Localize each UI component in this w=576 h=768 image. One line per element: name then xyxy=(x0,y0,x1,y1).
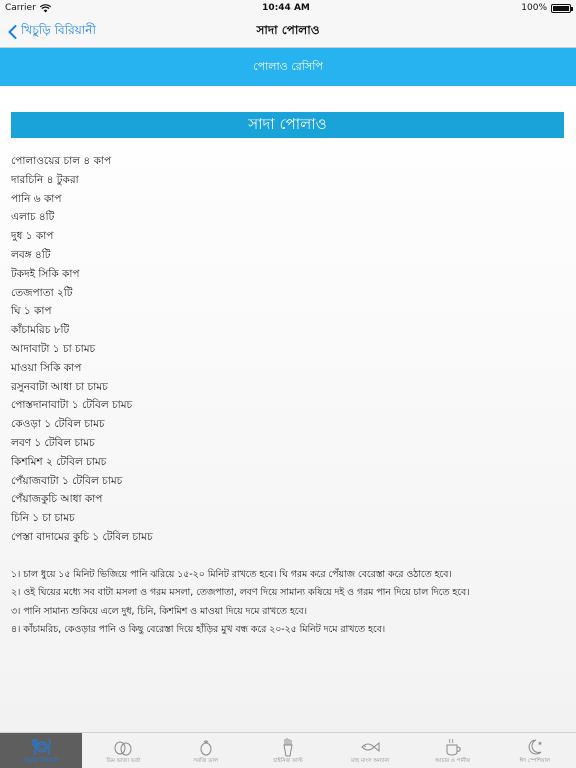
wifi-icon xyxy=(39,3,51,12)
tab-bar: খিচুড়ি বিরিয়ানী ডিম ভাজা ভর্তা সবজি ডা… xyxy=(0,732,576,768)
ingredient-item: পেঁয়াজকুচি আধা কাপ xyxy=(11,493,103,506)
tab-fries[interactable]: চাইনিজ ফাস্ট xyxy=(247,733,329,768)
back-button-label: খিচুড়ি বিরিয়ানী xyxy=(21,23,96,37)
status-time: 10:44 AM xyxy=(262,3,310,13)
navigation-bar: খিচুড়ি বিরিয়ানী সাদা পোলাও xyxy=(0,16,576,48)
vegetable-icon xyxy=(195,737,217,757)
tab-label: ডিম ভাজা ভর্তা xyxy=(106,758,141,764)
banner-text: পোলাও রেসিপি xyxy=(253,59,323,73)
battery-icon xyxy=(551,3,573,13)
ingredient-item: পোস্তদানাবাটা ১ টেবিল চামচ xyxy=(11,399,133,412)
status-right: 100% xyxy=(521,3,573,13)
ingredient-item: পোলাওয়ের চাল ৪ কাপ xyxy=(11,155,112,167)
ingredient-item: তেজপাতা ২টি xyxy=(11,286,73,299)
recipe-content[interactable]: সাদা পোলাও পোলাওয়ের চাল ৪ কাপ দারচিনি ৪ … xyxy=(0,86,576,732)
tab-label: আচার ও পানীয় xyxy=(435,758,471,764)
step-item: ১। চাল ধুয়ে ১৫ মিনিট ভিজিয়ে পানি ঝরিয়… xyxy=(11,569,452,580)
ingredient-item: কাঁচামরিচ ৮টি xyxy=(11,324,70,337)
ingredient-item: পেস্তা বাদামের কুচি ১ টেবিল চামচ xyxy=(11,530,153,543)
ingredient-item: পেঁয়াজবাটা ১ টেবিল চামচ xyxy=(11,474,123,487)
ingredient-item: লবণ ১ টেবিল চামচ xyxy=(11,436,95,449)
status-bar: Carrier 10:44 AM 100% xyxy=(0,0,576,16)
tab-label: চাইনিজ ফাস্ট xyxy=(273,758,303,764)
ingredient-item: ঘি ১ কাপ xyxy=(11,305,52,318)
ingredient-item: টকদই সিকি কাপ xyxy=(11,267,80,280)
eggs-icon xyxy=(112,737,134,757)
cup-icon xyxy=(442,737,464,757)
tab-plate-cutlery[interactable]: খিচুড়ি বিরিয়ানী xyxy=(0,733,83,768)
carrier-label: Carrier xyxy=(5,3,36,13)
fries-icon xyxy=(277,737,299,757)
ingredient-item: রসুনবাটা আধা চা চামচ xyxy=(11,380,108,393)
status-left: Carrier xyxy=(5,3,51,13)
ingredient-item: দুধ ১ কাপ xyxy=(11,230,54,243)
chevron-left-icon xyxy=(8,25,17,39)
step-item: ৩। পানি সামান্য শুকিয়ে এলে দুধ, চিনি, ক… xyxy=(11,605,307,617)
ingredient-item: মাওয়া সিকি কাপ xyxy=(11,361,82,374)
tab-vegetable[interactable]: সবজি ডাল xyxy=(165,733,247,768)
tab-fish[interactable]: মাছ মাংস অন্যান্য xyxy=(329,733,411,768)
back-button[interactable]: খিচুড়ি বিরিয়ানী xyxy=(8,16,96,48)
ingredient-item: চিনি ১ চা চামচ xyxy=(11,512,75,525)
battery-fill xyxy=(553,5,569,11)
tab-label: সবজি ডাল xyxy=(193,758,219,764)
ingredient-item: আদাবাটা ১ চা চামচ xyxy=(11,342,96,355)
steps-list: ১। চাল ধুয়ে ১৫ মিনিট ভিজিয়ে পানি ঝরিয়… xyxy=(11,566,571,640)
tab-crescent[interactable]: ঈদ স্পেশিয়াল xyxy=(494,733,576,768)
ingredient-item: কিশমিশ ২ টেবিল চামচ xyxy=(11,455,107,468)
ingredient-item: দারচিনি ৪ টুকরা xyxy=(11,173,79,186)
fish-icon xyxy=(359,737,381,757)
tab-cup[interactable]: আচার ও পানীয় xyxy=(411,733,493,768)
step-item: ৪। কাঁচামরিচ, কেওড়ার পানি ও কিছু বেরেস্… xyxy=(11,624,386,636)
plate-cutlery-icon xyxy=(30,737,52,757)
tab-label: মাছ মাংস অন্যান্য xyxy=(351,758,390,764)
battery-percent: 100% xyxy=(521,3,547,13)
ingredient-item: এলাচ ৪টি xyxy=(11,211,55,224)
recipe-title: সাদা পোলাও xyxy=(11,112,564,138)
ingredient-item: পানি ৬ কাপ xyxy=(11,192,62,205)
ingredient-item: কেওড়া ১ টেবিল চামচ xyxy=(11,418,105,431)
tab-eggs[interactable]: ডিম ভাজা ভর্তা xyxy=(82,733,164,768)
ingredient-item: লবঙ্গ ৪টি xyxy=(11,248,51,261)
crescent-icon xyxy=(524,737,546,757)
ingredients-list: পোলাওয়ের চাল ৪ কাপ দারচিনি ৪ টুকরা পানি ৬… xyxy=(11,152,561,547)
step-item: ২। ওই ঘিয়ের মধ্যে সব বাটা মসলা ও গরম মস… xyxy=(11,587,470,599)
tab-label: খিচুড়ি বিরিয়ানী xyxy=(23,758,59,764)
tab-label: ঈদ স্পেশিয়াল xyxy=(519,758,551,764)
recipe-category-banner: পোলাও রেসিপি xyxy=(0,48,576,86)
